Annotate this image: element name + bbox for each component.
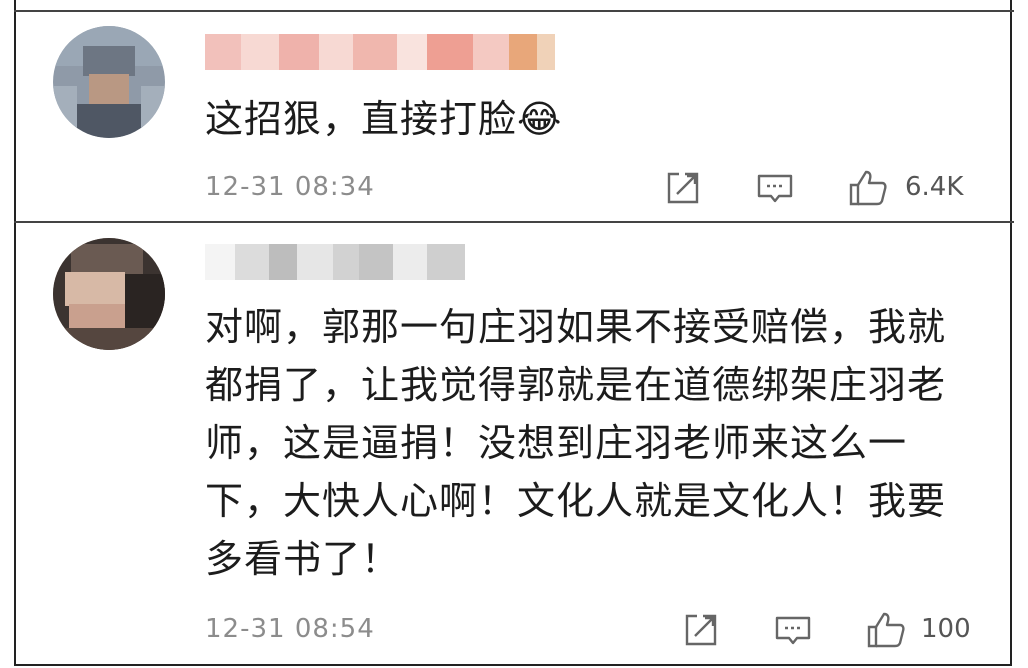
username-blurred[interactable]	[205, 244, 465, 280]
comment-icon[interactable]	[773, 610, 813, 650]
like-icon[interactable]	[847, 168, 889, 208]
comment-line: 师，这是逼捐！没想到庄羽老师来这么一	[205, 421, 908, 465]
comment-text: 对啊，郭那一句庄羽如果不接受赔偿，我就 都捐了，让我觉得郭就是在道德绑架庄羽老 …	[205, 298, 946, 588]
share-icon[interactable]	[663, 168, 703, 208]
comment-line: 多看书了！	[205, 537, 401, 581]
like-count: 6.4K	[905, 172, 964, 202]
like-icon[interactable]	[865, 610, 907, 650]
timestamp: 12-31 08:34	[205, 172, 375, 202]
comment-meta: 12-31 08:34 6.4K	[205, 168, 985, 208]
avatar[interactable]	[53, 26, 165, 138]
timestamp: 12-31 08:54	[205, 614, 375, 644]
share-icon[interactable]	[681, 610, 721, 650]
comment-line: 都捐了，让我觉得郭就是在道德绑架庄羽老	[205, 363, 947, 407]
like-count: 100	[921, 614, 971, 644]
comment-meta: 12-31 08:54 100	[205, 610, 985, 650]
avatar[interactable]	[53, 238, 165, 350]
comment-divider	[14, 221, 1014, 223]
comment-line: 对啊，郭那一句庄羽如果不接受赔偿，我就	[205, 305, 947, 349]
top-divider	[14, 10, 1014, 12]
comment-icon[interactable]	[755, 168, 795, 208]
comment-line: 下，大快人心啊！文化人就是文化人！我要	[205, 479, 947, 523]
username-blurred[interactable]	[205, 34, 555, 70]
comment-text: 这招狠，直接打脸😂	[205, 97, 563, 141]
